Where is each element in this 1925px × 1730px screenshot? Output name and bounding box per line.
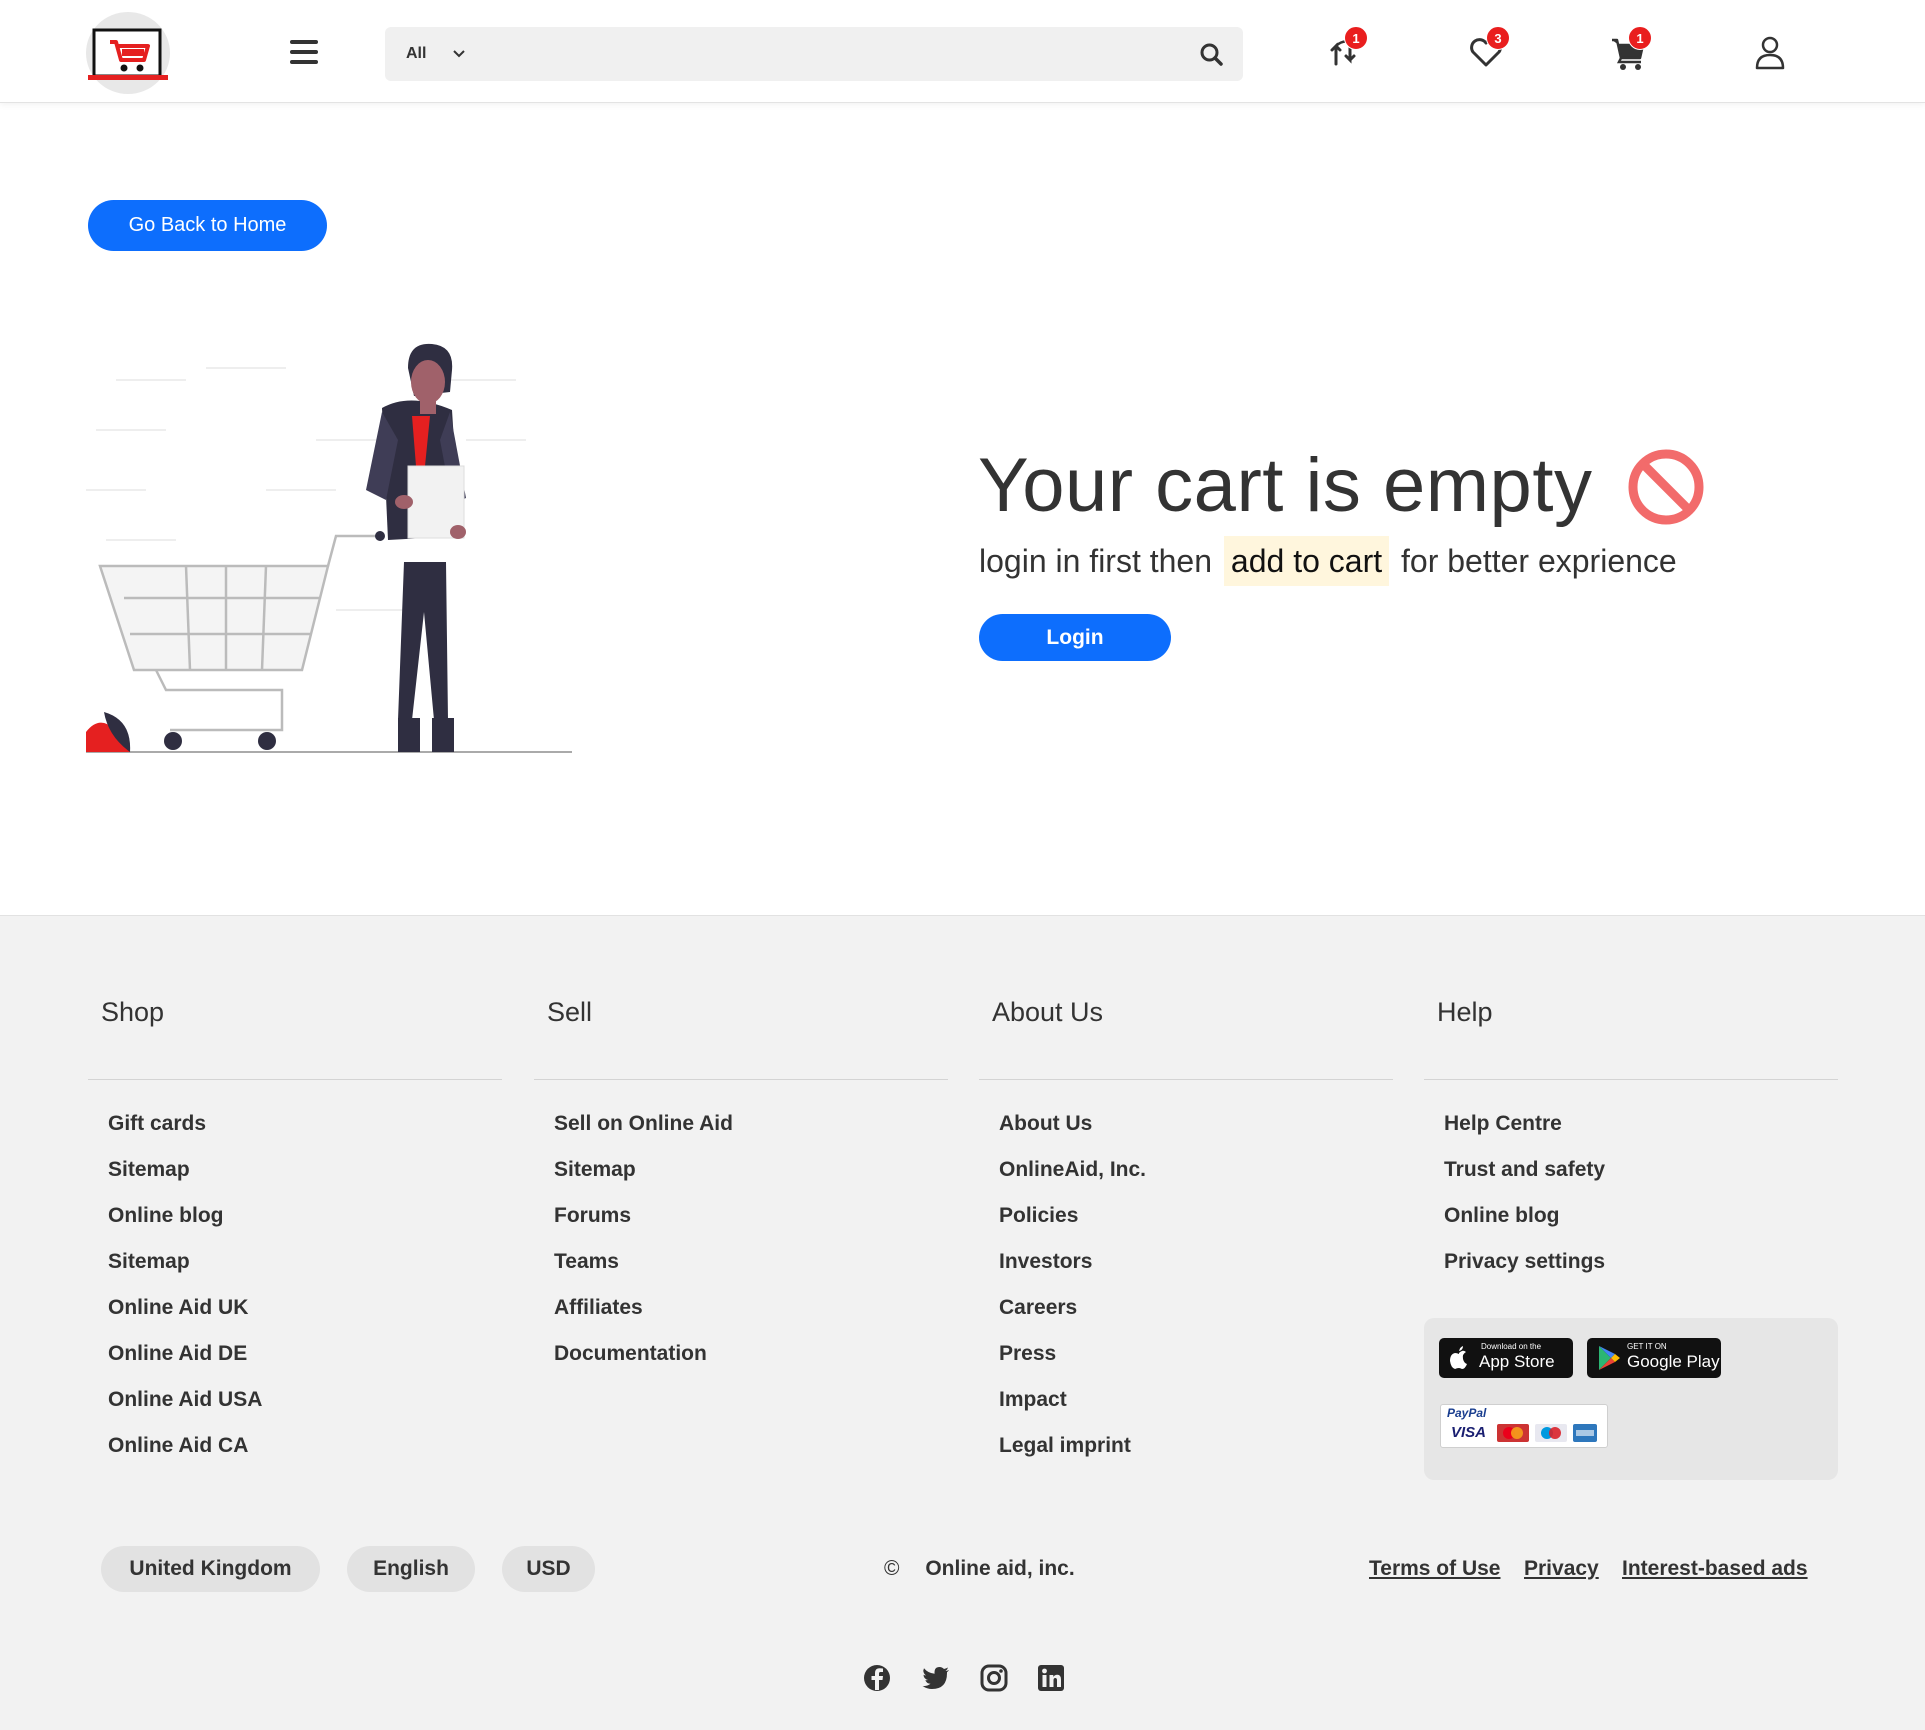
footer-link[interactable]: Online Aid UK bbox=[108, 1290, 502, 1336]
copyright-symbol: © bbox=[884, 1557, 900, 1580]
footer-column-about: About Us About Us OnlineAid, Inc. Polici… bbox=[979, 998, 1393, 1474]
menu-icon bbox=[290, 40, 318, 44]
footer-link[interactable]: Sell on Online Aid bbox=[554, 1106, 948, 1152]
footer-column-title: Help bbox=[1424, 998, 1838, 1080]
app-store-small-text: Download on the bbox=[1481, 1342, 1542, 1351]
footer-link[interactable]: Careers bbox=[999, 1290, 1393, 1336]
footer: Shop Gift cards Sitemap Online blog Site… bbox=[0, 915, 1925, 1730]
top-header: All 1 3 1 bbox=[0, 0, 1925, 103]
prohibited-icon bbox=[1628, 449, 1704, 525]
account-button[interactable] bbox=[1748, 30, 1792, 74]
terms-link[interactable]: Terms of Use bbox=[1369, 1557, 1501, 1581]
footer-link[interactable]: Policies bbox=[999, 1198, 1393, 1244]
cart-button[interactable]: 1 bbox=[1606, 26, 1652, 74]
footer-link[interactable]: Press bbox=[999, 1336, 1393, 1382]
wishlist-button[interactable]: 3 bbox=[1464, 26, 1510, 74]
footer-column-title: Shop bbox=[88, 998, 502, 1080]
footer-link[interactable]: Gift cards bbox=[108, 1106, 502, 1152]
footer-link[interactable]: Investors bbox=[999, 1244, 1393, 1290]
compare-count-badge: 1 bbox=[1344, 26, 1368, 50]
footer-link[interactable]: Teams bbox=[554, 1244, 948, 1290]
footer-link[interactable]: Sitemap bbox=[108, 1244, 502, 1290]
google-play-badge[interactable]: GET IT ON Google Play bbox=[1587, 1338, 1721, 1378]
footer-link[interactable]: About Us bbox=[999, 1106, 1393, 1152]
copyright: © Online aid, inc. bbox=[884, 1557, 1075, 1581]
footer-link[interactable]: Online blog bbox=[108, 1198, 502, 1244]
go-back-home-button[interactable]: Go Back to Home bbox=[88, 200, 327, 251]
wishlist-count-badge: 3 bbox=[1486, 26, 1510, 50]
card-logos-icon bbox=[1497, 1424, 1597, 1442]
subtitle-text-before: login in first then bbox=[979, 543, 1213, 579]
footer-link[interactable]: Trust and safety bbox=[1444, 1152, 1838, 1198]
instagram-icon[interactable] bbox=[979, 1663, 1009, 1693]
footer-column-title: Sell bbox=[534, 998, 948, 1080]
search-category-select[interactable]: All bbox=[406, 45, 426, 63]
user-icon bbox=[1755, 36, 1785, 70]
google-play-small-text: GET IT ON bbox=[1627, 1342, 1667, 1351]
footer-link[interactable]: Help Centre bbox=[1444, 1106, 1838, 1152]
chevron-down-icon[interactable] bbox=[451, 45, 467, 61]
footer-link[interactable]: OnlineAid, Inc. bbox=[999, 1152, 1393, 1198]
language-selector[interactable]: English bbox=[347, 1546, 475, 1592]
cart-empty-subtitle: login in first then add to cart for bett… bbox=[979, 536, 1677, 586]
privacy-link[interactable]: Privacy bbox=[1524, 1557, 1599, 1581]
footer-link[interactable]: Impact bbox=[999, 1382, 1393, 1428]
interest-ads-link[interactable]: Interest-based ads bbox=[1622, 1557, 1808, 1581]
footer-link[interactable]: Privacy settings bbox=[1444, 1244, 1838, 1290]
footer-link[interactable]: Legal imprint bbox=[999, 1428, 1393, 1474]
logo-cart-icon bbox=[88, 28, 168, 80]
app-and-payment-box: Download on the App Store GET IT ON Goog… bbox=[1424, 1318, 1838, 1480]
compare-button[interactable]: 1 bbox=[1322, 26, 1368, 74]
footer-link[interactable]: Online Aid DE bbox=[108, 1336, 502, 1382]
paypal-logo: PayPal bbox=[1447, 1406, 1487, 1420]
app-store-badge[interactable]: Download on the App Store bbox=[1439, 1338, 1573, 1378]
google-play-big-text: Google Play bbox=[1627, 1352, 1720, 1371]
cart-count-badge: 1 bbox=[1628, 26, 1652, 50]
region-selector[interactable]: United Kingdom bbox=[101, 1546, 320, 1592]
footer-link[interactable]: Affiliates bbox=[554, 1290, 948, 1336]
login-button[interactable]: Login bbox=[979, 614, 1171, 661]
footer-link[interactable]: Forums bbox=[554, 1198, 948, 1244]
visa-logo: VISA bbox=[1451, 1424, 1487, 1441]
footer-column-help: Help Help Centre Trust and safety Online… bbox=[1424, 998, 1838, 1290]
logo[interactable] bbox=[86, 12, 170, 94]
cart-empty-title: Your cart is empty bbox=[978, 443, 1593, 528]
footer-link[interactable]: Sitemap bbox=[108, 1152, 502, 1198]
menu-button[interactable] bbox=[290, 40, 320, 64]
footer-link[interactable]: Sitemap bbox=[554, 1152, 948, 1198]
footer-column-sell: Sell Sell on Online Aid Sitemap Forums T… bbox=[534, 998, 948, 1382]
search-icon[interactable] bbox=[1197, 40, 1227, 70]
twitter-icon[interactable] bbox=[921, 1663, 951, 1693]
page: All 1 3 1 Go Back to Home Your cart is e… bbox=[0, 0, 1925, 1730]
app-store-big-text: App Store bbox=[1479, 1352, 1555, 1371]
linkedin-icon[interactable] bbox=[1036, 1663, 1066, 1693]
footer-link[interactable]: Online Aid USA bbox=[108, 1382, 502, 1428]
footer-column-shop: Shop Gift cards Sitemap Online blog Site… bbox=[88, 998, 502, 1474]
facebook-icon[interactable] bbox=[862, 1663, 892, 1693]
search-input[interactable] bbox=[495, 35, 1145, 73]
footer-link[interactable]: Online blog bbox=[1444, 1198, 1838, 1244]
footer-column-title: About Us bbox=[979, 998, 1393, 1080]
copyright-text: Online aid, inc. bbox=[925, 1557, 1075, 1580]
payment-methods: PayPal VISA bbox=[1440, 1404, 1608, 1448]
google-play-icon bbox=[1599, 1346, 1620, 1370]
empty-cart-illustration bbox=[86, 343, 572, 753]
subtitle-text-after: for better exprience bbox=[1401, 543, 1677, 579]
apple-icon bbox=[1450, 1346, 1467, 1369]
currency-selector[interactable]: USD bbox=[502, 1546, 595, 1592]
footer-link[interactable]: Online Aid CA bbox=[108, 1428, 502, 1474]
add-to-cart-highlight: add to cart bbox=[1223, 536, 1390, 586]
footer-link[interactable]: Documentation bbox=[554, 1336, 948, 1382]
search-bar: All bbox=[385, 27, 1243, 81]
